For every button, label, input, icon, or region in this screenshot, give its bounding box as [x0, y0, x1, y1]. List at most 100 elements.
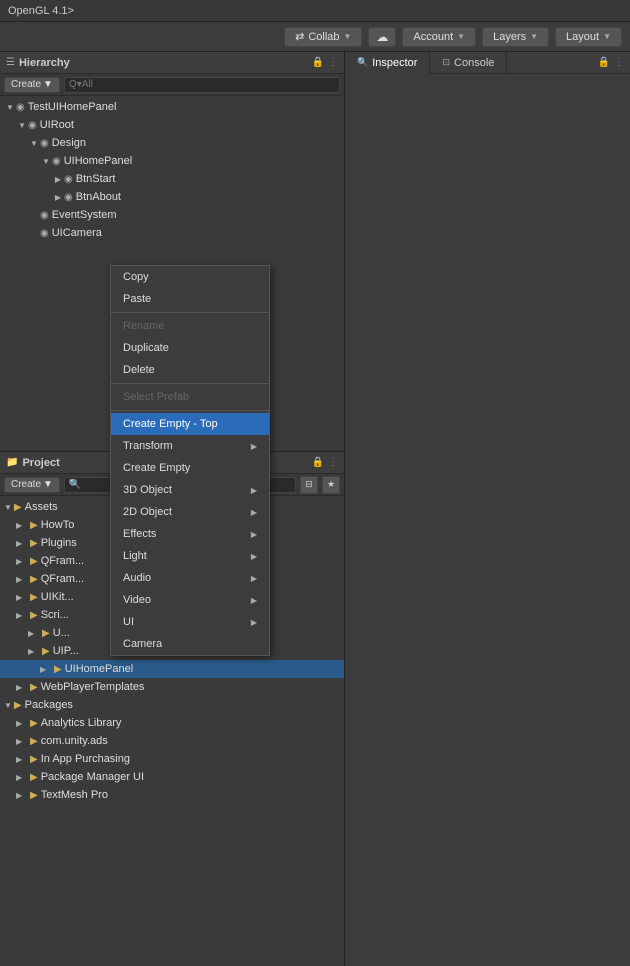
package-toggle[interactable]: ▶ — [16, 737, 28, 746]
project-icon-btn-1[interactable]: ⊟ — [300, 476, 318, 494]
package-toggle[interactable]: ▶ — [16, 791, 28, 800]
account-button[interactable]: Account ▼ — [402, 27, 476, 47]
package-toggle[interactable]: ▶ — [16, 719, 28, 728]
context-menu-item[interactable]: 2D Object▶ — [111, 501, 269, 523]
context-menu-item[interactable]: Light▶ — [111, 545, 269, 567]
package-toggle[interactable]: ▶ — [16, 755, 28, 764]
tree-toggle[interactable]: ▼ — [4, 103, 16, 112]
context-menu-item[interactable]: Audio▶ — [111, 567, 269, 589]
project-icon-btn-2[interactable]: ★ — [322, 476, 340, 494]
tree-toggle[interactable]: ▼ — [40, 157, 52, 166]
folder-toggle[interactable]: ▶ — [16, 593, 28, 602]
folder-toggle[interactable]: ▶ — [16, 611, 28, 620]
tree-toggle[interactable]: ▼ — [28, 139, 40, 148]
hierarchy-tree-item[interactable]: ▶ ◉ BtnStart — [0, 170, 344, 188]
folder-label: UIHomePanel — [65, 663, 133, 675]
context-menu-item[interactable]: Create Empty — [111, 457, 269, 479]
sub-folder-icon: ▶ — [42, 628, 50, 639]
folder-toggle[interactable]: ▶ — [40, 665, 52, 674]
cloud-button[interactable]: ☁ — [368, 27, 396, 47]
assets-folder-icon: ▶ — [14, 502, 22, 513]
context-menu-item[interactable]: Camera — [111, 633, 269, 655]
context-menu-item[interactable]: 3D Object▶ — [111, 479, 269, 501]
context-menu-item[interactable]: Effects▶ — [111, 523, 269, 545]
project-package-item[interactable]: ▶▶Analytics Library — [0, 714, 344, 732]
project-package-item[interactable]: ▶▶TextMesh Pro — [0, 786, 344, 804]
assets-toggle[interactable]: ▼ — [4, 503, 12, 512]
ctx-item-label: Camera — [123, 638, 162, 650]
tree-item-icon: ◉ — [64, 192, 73, 203]
package-label: com.unity.ads — [41, 735, 108, 747]
collab-button[interactable]: ⇄ Collab ▼ — [284, 27, 362, 47]
ctx-item-label: Transform — [123, 440, 173, 452]
tree-item-label: UIHomePanel — [64, 155, 132, 167]
hierarchy-create-button[interactable]: Create ▼ — [4, 77, 60, 93]
project-package-item[interactable]: ▶▶com.unity.ads — [0, 732, 344, 750]
main-toolbar: ⇄ Collab ▼ ☁ Account ▼ Layers ▼ Layout ▼ — [0, 22, 630, 52]
package-toggle[interactable]: ▶ — [16, 773, 28, 782]
tree-item-label: UIRoot — [40, 119, 74, 131]
ctx-item-label: Light — [123, 550, 147, 562]
create-dropdown-icon: ▼ — [43, 79, 53, 90]
folder-toggle[interactable]: ▶ — [16, 683, 28, 692]
context-menu-item[interactable]: Delete — [111, 359, 269, 381]
hierarchy-tree-item[interactable]: ▼ ◉ TestUIHomePanel — [0, 98, 344, 116]
collab-icon: ⇄ — [295, 30, 304, 43]
ctx-item-label: Paste — [123, 293, 151, 305]
project-menu-icon: ⋮ — [328, 457, 338, 468]
folder-toggle[interactable]: ▶ — [16, 575, 28, 584]
folder-toggle[interactable]: ▶ — [28, 647, 40, 656]
project-create-button[interactable]: Create ▼ — [4, 477, 60, 493]
context-menu-item[interactable]: Video▶ — [111, 589, 269, 611]
context-menu-item[interactable]: Copy — [111, 266, 269, 288]
ctx-item-label: Rename — [123, 320, 165, 332]
hierarchy-tree-item[interactable]: ▼ ◉ UIHomePanel — [0, 152, 344, 170]
context-menu-item: Select Prefab — [111, 386, 269, 408]
folder-label: Plugins — [41, 537, 77, 549]
folder-toggle[interactable]: ▶ — [28, 629, 40, 638]
project-folder-item[interactable]: ▶▶WebPlayerTemplates — [0, 678, 344, 696]
context-menu-item[interactable]: Transform▶ — [111, 435, 269, 457]
project-panel-icon: 📁 — [6, 457, 18, 468]
context-menu-item: Rename — [111, 315, 269, 337]
cloud-icon: ☁ — [376, 30, 388, 44]
project-packages-root[interactable]: ▼▶Packages — [0, 696, 344, 714]
console-tab-icon: ⊡ — [442, 57, 450, 68]
context-menu-item[interactable]: Duplicate — [111, 337, 269, 359]
folder-toggle[interactable]: ▶ — [16, 539, 28, 548]
ctx-item-label: Delete — [123, 364, 155, 376]
context-menu-item[interactable]: Create Empty - Top — [111, 413, 269, 435]
tab-console[interactable]: ⊡ Console — [430, 52, 507, 74]
ctx-item-label: Select Prefab — [123, 391, 189, 403]
sub-folder-icon: ▶ — [30, 574, 38, 585]
hierarchy-tree-item[interactable]: ◉ EventSystem — [0, 206, 344, 224]
tree-toggle[interactable]: ▼ — [16, 121, 28, 130]
tree-toggle[interactable]: ▶ — [52, 175, 64, 184]
context-menu-item[interactable]: UI▶ — [111, 611, 269, 633]
project-package-item[interactable]: ▶▶Package Manager UI — [0, 768, 344, 786]
tab-inspector[interactable]: 🔍 Inspector — [345, 52, 430, 74]
layers-button[interactable]: Layers ▼ — [482, 27, 549, 47]
collab-dropdown-arrow: ▼ — [344, 32, 352, 41]
folder-toggle[interactable]: ▶ — [16, 521, 28, 530]
tree-toggle[interactable]: ▶ — [52, 193, 64, 202]
hierarchy-search-input[interactable] — [64, 77, 340, 93]
hierarchy-tree-item[interactable]: ▼ ◉ UIRoot — [0, 116, 344, 134]
title-bar: OpenGL 4.1> — [0, 0, 630, 22]
project-package-item[interactable]: ▶▶In App Purchasing — [0, 750, 344, 768]
hierarchy-tree-item[interactable]: ▼ ◉ Design — [0, 134, 344, 152]
tree-item-label: BtnAbout — [76, 191, 121, 203]
inspector-lock-icon: 🔒 — [598, 57, 610, 68]
project-folder-item[interactable]: ▶▶UIHomePanel — [0, 660, 344, 678]
project-panel-controls: 🔒 ⋮ — [312, 457, 338, 468]
hierarchy-tree-item[interactable]: ▶ ◉ BtnAbout — [0, 188, 344, 206]
package-icon: ▶ — [30, 754, 38, 765]
packages-toggle[interactable]: ▼ — [4, 701, 12, 710]
folder-toggle[interactable]: ▶ — [16, 557, 28, 566]
ctx-item-label: 2D Object — [123, 506, 172, 518]
hierarchy-tree-item[interactable]: ◉ UICamera — [0, 224, 344, 242]
tree-item-label: BtnStart — [76, 173, 116, 185]
context-menu-item[interactable]: Paste — [111, 288, 269, 310]
layout-button[interactable]: Layout ▼ — [555, 27, 622, 47]
right-panel: 🔍 Inspector ⊡ Console 🔒 ⋮ — [345, 52, 630, 966]
